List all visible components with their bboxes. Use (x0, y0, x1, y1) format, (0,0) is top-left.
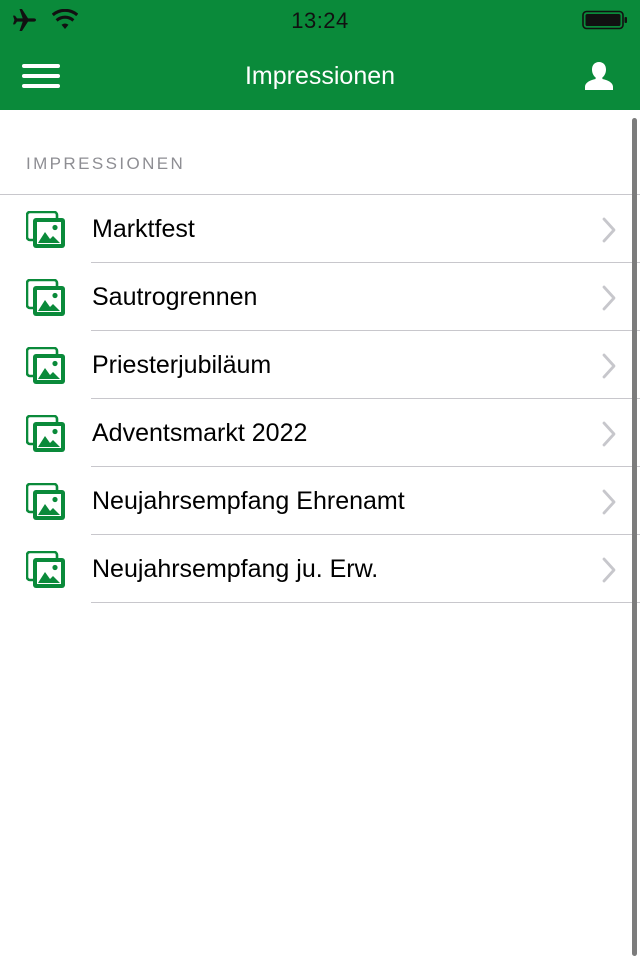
status-bar: 13:24 (0, 0, 640, 40)
user-icon[interactable] (584, 60, 614, 92)
list-item-label: Marktfest (92, 215, 195, 243)
photo-gallery-icon (26, 347, 65, 384)
chevron-right-icon (602, 421, 616, 447)
navigation-bar: Impressionen (0, 40, 640, 110)
list-item-label: Adventsmarkt 2022 (92, 419, 308, 447)
content-area: IMPRESSIONEN Marktfest Sautrogrennen Pri… (0, 110, 640, 960)
chevron-right-icon (602, 489, 616, 515)
impressions-list: Marktfest Sautrogrennen Priesterjubiläum… (0, 194, 640, 603)
photo-gallery-icon (26, 279, 65, 316)
battery-icon (582, 10, 627, 30)
chevron-right-icon (602, 353, 616, 379)
list-item[interactable]: Sautrogrennen (0, 263, 640, 331)
list-item[interactable]: Adventsmarkt 2022 (0, 399, 640, 467)
list-item-label: Neujahrsempfang Ehrenamt (92, 487, 405, 515)
top-bar: 13:24 Impressionen (0, 0, 640, 110)
list-item[interactable]: Priesterjubiläum (0, 331, 640, 399)
chevron-right-icon (602, 217, 616, 243)
list-item[interactable]: Neujahrsempfang ju. Erw. (0, 535, 640, 603)
list-item-label: Sautrogrennen (92, 283, 258, 311)
chevron-right-icon (602, 557, 616, 583)
list-item[interactable]: Marktfest (0, 195, 640, 263)
photo-gallery-icon (26, 551, 65, 588)
status-time: 13:24 (291, 8, 349, 33)
photo-gallery-icon (26, 415, 65, 452)
page-title: Impressionen (244, 62, 396, 90)
photo-gallery-icon (26, 211, 65, 248)
list-item[interactable]: Neujahrsempfang Ehrenamt (0, 467, 640, 535)
chevron-right-icon (602, 285, 616, 311)
list-item-label: Neujahrsempfang ju. Erw. (92, 555, 379, 583)
vertical-scrollbar[interactable] (632, 118, 637, 956)
screen: 13:24 Impressionen IMPRESSIONEN Marktfes… (0, 0, 640, 960)
photo-gallery-icon (26, 483, 65, 520)
section-header: IMPRESSIONEN (26, 154, 186, 173)
list-item-label: Priesterjubiläum (92, 351, 272, 379)
